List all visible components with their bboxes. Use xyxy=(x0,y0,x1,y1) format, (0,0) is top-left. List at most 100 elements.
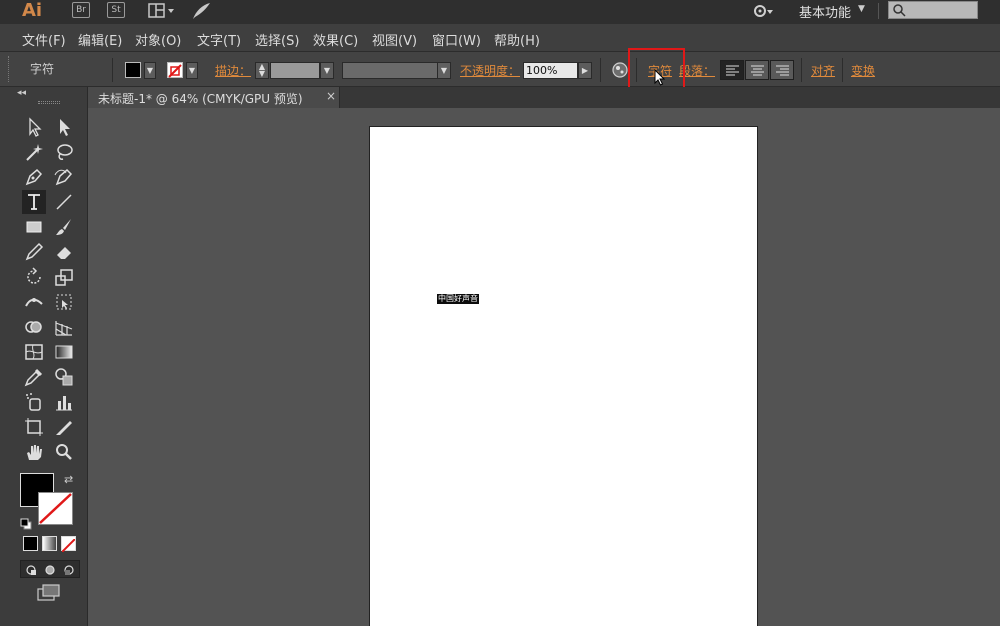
mouse-cursor-icon xyxy=(654,68,666,90)
paintbrush-tool-icon[interactable] xyxy=(52,215,76,239)
divider xyxy=(112,58,113,82)
align-center-button[interactable] xyxy=(745,60,769,80)
none-mode-button[interactable] xyxy=(61,536,76,553)
column-graph-tool-icon[interactable] xyxy=(52,390,76,414)
fill-swatch[interactable] xyxy=(125,62,141,78)
artboard[interactable] xyxy=(369,126,758,626)
divider xyxy=(842,58,843,82)
artboard-tool-icon[interactable] xyxy=(22,415,46,439)
stroke-dropdown[interactable]: ▼ xyxy=(186,62,198,79)
curvature-tool-icon[interactable] xyxy=(52,165,76,189)
lasso-tool-icon[interactable] xyxy=(52,140,76,164)
default-colors-icon[interactable] xyxy=(20,515,32,534)
menu-effect[interactable]: 效果(C) xyxy=(313,30,358,49)
gradient-mode-button[interactable] xyxy=(42,536,57,551)
menu-file[interactable]: 文件(F) xyxy=(22,30,66,49)
draw-modes-group xyxy=(20,560,80,578)
blend-tool-icon[interactable] xyxy=(52,365,76,389)
search-icon xyxy=(893,4,906,17)
eyedropper-tool-icon[interactable] xyxy=(22,365,46,389)
pen-tool-icon[interactable] xyxy=(22,165,46,189)
stroke-weight-dropdown[interactable]: ▼ xyxy=(320,62,334,79)
menu-edit[interactable]: 编辑(E) xyxy=(78,30,122,49)
close-icon[interactable]: × xyxy=(326,89,336,103)
search-input[interactable] xyxy=(888,1,978,19)
divider xyxy=(878,3,879,19)
free-transform-tool-icon[interactable] xyxy=(52,290,76,314)
align-right-icon xyxy=(776,65,789,76)
control-bar-label: 字符 xyxy=(30,62,55,76)
line-segment-tool-icon[interactable] xyxy=(52,190,76,214)
gradient-tool-icon[interactable] xyxy=(52,340,76,364)
symbol-sprayer-tool-icon[interactable] xyxy=(22,390,46,414)
menu-view[interactable]: 视图(V) xyxy=(372,30,417,49)
panel-grip[interactable] xyxy=(8,56,11,82)
menu-select[interactable]: 选择(S) xyxy=(255,30,299,49)
none-stroke-icon xyxy=(39,493,72,524)
color-mode-button[interactable] xyxy=(23,536,38,551)
rectangle-tool-icon[interactable] xyxy=(22,215,46,239)
width-tool-icon[interactable] xyxy=(22,290,46,314)
opacity-field[interactable]: 100% xyxy=(523,62,578,79)
menu-help[interactable]: 帮助(H) xyxy=(494,30,540,49)
transform-panel-link[interactable]: 变换 xyxy=(851,62,875,79)
menu-object[interactable]: 对象(O) xyxy=(135,30,181,49)
fill-dropdown[interactable]: ▼ xyxy=(144,62,156,79)
perspective-grid-tool-icon[interactable] xyxy=(52,315,76,339)
opacity-panel-link[interactable]: 不透明度： xyxy=(460,62,520,79)
direct-selection-tool-icon[interactable] xyxy=(52,115,76,139)
stroke-weight-field[interactable] xyxy=(270,62,320,79)
pencil-tool-icon[interactable] xyxy=(22,240,46,264)
shape-builder-tool-icon[interactable] xyxy=(22,315,46,339)
magic-wand-tool-icon[interactable] xyxy=(22,140,46,164)
menu-type[interactable]: 文字(T) xyxy=(197,30,241,49)
document-tab-bar: 未标题-1* @ 64% (CMYK/GPU 预览) × xyxy=(88,87,1000,108)
feather-icon[interactable] xyxy=(190,1,212,25)
collapse-icon[interactable]: ◂◂ xyxy=(17,88,26,98)
stroke-panel-link[interactable]: 描边： xyxy=(215,62,251,79)
opacity-slider-button[interactable]: ▶ xyxy=(578,62,592,79)
zoom-tool-icon[interactable] xyxy=(52,440,76,464)
align-right-button[interactable] xyxy=(770,60,794,80)
document-tab[interactable]: 未标题-1* @ 64% (CMYK/GPU 预览) × xyxy=(88,87,340,108)
control-bar: 字符 ▼ ▼ 描边： ▲ ▼ ▼ ▼ 不透明度： 100% ▶ 字符 段落： 对… xyxy=(0,51,1000,87)
mesh-tool-icon[interactable] xyxy=(22,340,46,364)
panel-grip[interactable] xyxy=(38,101,60,104)
none-stroke-icon xyxy=(61,538,76,553)
bridge-icon[interactable]: Br xyxy=(72,2,90,18)
align-panel-link[interactable]: 对齐 xyxy=(811,62,835,79)
stroke-stepper[interactable]: ▲ ▼ xyxy=(255,62,269,79)
rotate-tool-icon[interactable] xyxy=(22,265,46,289)
selected-text-object[interactable]: 中国好声音 xyxy=(437,294,479,304)
app-logo: Ai xyxy=(22,0,43,21)
menu-bar: 文件(F) 编辑(E) 对象(O) 文字(T) 选择(S) 效果(C) 视图(V… xyxy=(0,24,1000,51)
variable-width-dropdown[interactable]: ▼ xyxy=(437,62,451,79)
workspace-switcher[interactable]: 基本功能 xyxy=(799,2,851,21)
menu-window[interactable]: 窗口(W) xyxy=(432,30,481,49)
stroke-color-swatch[interactable] xyxy=(38,492,73,525)
arrange-documents-icon[interactable] xyxy=(148,2,176,24)
screen-mode-icon[interactable] xyxy=(37,584,61,606)
eraser-tool-icon[interactable] xyxy=(52,240,76,264)
align-left-icon xyxy=(726,65,739,76)
align-left-button[interactable] xyxy=(720,60,744,80)
globe-icon[interactable] xyxy=(611,61,629,83)
scale-tool-icon[interactable] xyxy=(52,265,76,289)
divider xyxy=(600,58,601,82)
align-center-icon xyxy=(751,65,764,76)
hand-tool-icon[interactable] xyxy=(22,440,46,464)
document-tab-label: 未标题-1* @ 64% (CMYK/GPU 预览) xyxy=(98,92,303,106)
swap-colors-icon[interactable]: ⇄ xyxy=(64,473,73,486)
tools-panel: ◂◂ ⇄ xyxy=(0,87,88,626)
divider xyxy=(801,58,802,82)
selection-tool-icon[interactable] xyxy=(22,115,46,139)
stock-icon[interactable]: St xyxy=(107,2,125,18)
chevron-down-icon[interactable]: ▼ xyxy=(858,4,865,14)
variable-width-field[interactable] xyxy=(342,62,438,79)
none-stroke-icon xyxy=(168,64,182,78)
sync-settings-icon[interactable] xyxy=(752,2,776,24)
stroke-swatch[interactable] xyxy=(167,62,183,78)
app-bar: Ai Br St 基本功能 ▼ xyxy=(0,0,1000,24)
type-tool-icon[interactable] xyxy=(22,190,46,214)
slice-tool-icon[interactable] xyxy=(52,415,76,439)
